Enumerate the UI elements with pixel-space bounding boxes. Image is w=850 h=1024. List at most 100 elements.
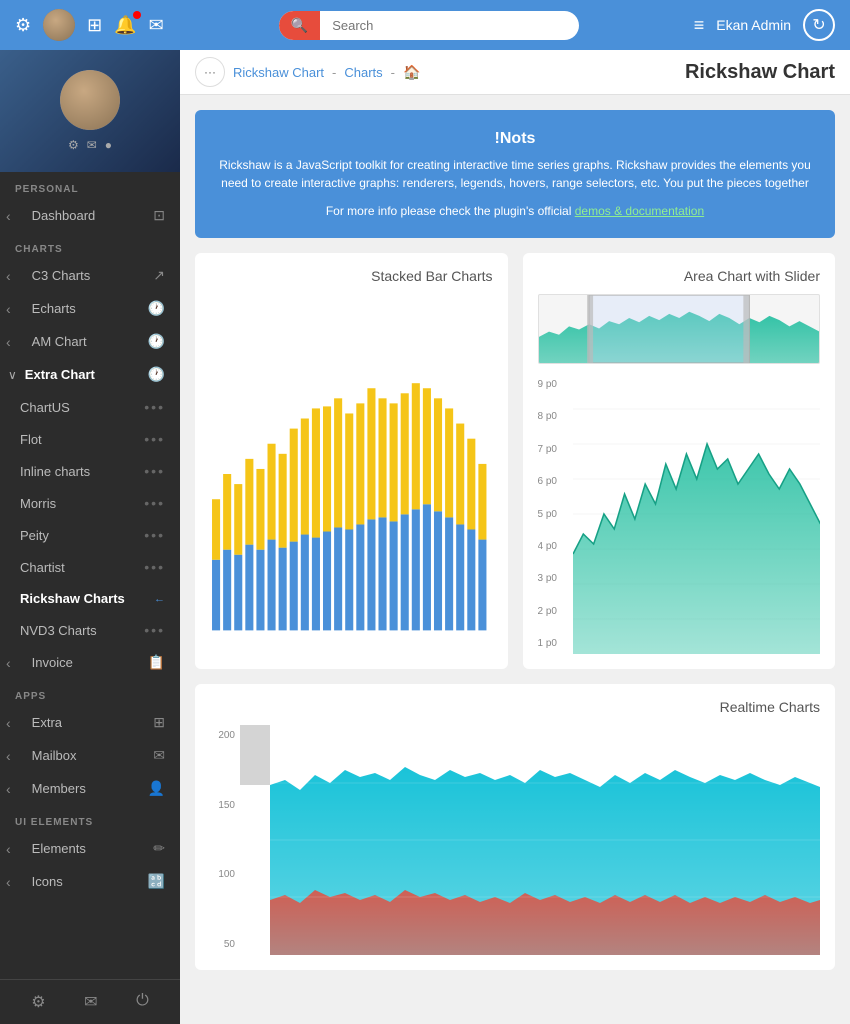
profile-icon-1[interactable]: ⚙ <box>68 138 79 152</box>
echarts-icon: 🕐 <box>148 300 165 317</box>
stacked-bar-chart-card: Stacked Bar Charts <box>195 253 508 669</box>
search-input[interactable] <box>320 12 560 39</box>
dashboard-collapse[interactable]: ‹ <box>0 200 17 232</box>
icons-collapse[interactable]: ‹ <box>0 866 17 898</box>
sidebar-item-label: Elements <box>32 841 86 856</box>
amchart-collapse[interactable]: ‹ <box>0 326 17 358</box>
chartus-dots: ••• <box>144 399 165 415</box>
inlinecharts-dots: ••• <box>144 463 165 479</box>
profile-icons: ⚙ ✉ ● <box>68 138 112 152</box>
sidebar-item-invoice[interactable]: Invoice 📋 <box>17 646 180 679</box>
stacked-bar-svg <box>210 294 493 654</box>
notification-icon[interactable]: 🔔 <box>114 15 136 36</box>
sidebar-row-invoice: ‹ Invoice 📋 <box>0 646 180 679</box>
sidebar-item-label: Members <box>32 781 86 796</box>
sidebar-item-dashboard[interactable]: Dashboard ⊡ <box>17 199 180 232</box>
top-navigation: ⚙ ⊞ 🔔 ✉ 🔍 ≡ Ekan Admin ↻ <box>0 0 850 50</box>
username-label: Ekan Admin <box>716 17 791 33</box>
info-box-docs-link[interactable]: demos & documentation <box>575 204 704 218</box>
sidebar-item-label: Icons <box>32 874 63 889</box>
icons-icon: 🔡 <box>148 873 165 890</box>
extra-collapse[interactable]: ‹ <box>0 707 17 739</box>
stacked-bar-chart-title: Stacked Bar Charts <box>210 268 493 284</box>
breadcrumb-charts[interactable]: Charts <box>344 65 382 80</box>
settings-icon[interactable]: ⚙ <box>15 15 31 36</box>
sidebar-item-echarts[interactable]: Echarts 🕐 <box>17 292 180 325</box>
sidebar-item-extra[interactable]: Extra ⊞ <box>17 706 180 739</box>
sidebar-item-label: Morris <box>20 496 56 511</box>
mailbox-icon: ✉ <box>153 747 165 764</box>
sidebar-row-members: ‹ Members 👤 <box>0 772 180 805</box>
c3-collapse[interactable]: ‹ <box>0 260 17 292</box>
grid-icon[interactable]: ⊞ <box>87 15 102 36</box>
sidebar-item-label: Extra <box>32 715 62 730</box>
breadcrumb-home-icon[interactable]: 🏠 <box>403 64 420 81</box>
realtime-chart-card: Realtime Charts 200 150 100 50 <box>195 684 835 970</box>
sidebar-item-morris[interactable]: Morris ••• <box>0 487 180 519</box>
menu-icon[interactable]: ≡ <box>694 15 705 36</box>
sidebar-row-echarts: ‹ Echarts 🕐 <box>0 292 180 325</box>
profile-icon-2[interactable]: ✉ <box>87 138 97 152</box>
breadcrumb-rickshaw[interactable]: Rickshaw Chart <box>233 65 324 80</box>
members-icon: 👤 <box>148 780 165 797</box>
info-box-link-prefix: For more info please check the plugin's … <box>326 204 572 218</box>
sidebar-item-mailbox[interactable]: Mailbox ✉ <box>17 739 180 772</box>
sidebar-item-icons[interactable]: Icons 🔡 <box>17 865 180 898</box>
breadcrumb-sep-2: - <box>391 65 395 80</box>
realtime-chart-container: 200 150 100 50 <box>210 725 820 955</box>
sidebar-item-label: Invoice <box>32 655 73 670</box>
invoice-collapse[interactable]: ‹ <box>0 647 17 679</box>
profile-icon-3[interactable]: ● <box>105 138 112 152</box>
info-box-link-text: For more info please check the plugin's … <box>215 204 815 218</box>
amchart-icon: 🕐 <box>148 333 165 350</box>
sidebar-item-chartist[interactable]: Chartist ••• <box>0 551 180 583</box>
members-collapse[interactable]: ‹ <box>0 773 17 805</box>
mailbox-collapse[interactable]: ‹ <box>0 740 17 772</box>
info-box: !Nots Rickshaw is a JavaScript toolkit f… <box>195 110 835 238</box>
sidebar-item-flot[interactable]: Flot ••• <box>0 423 180 455</box>
sidebar-item-rickshaw[interactable]: Rickshaw Charts ← <box>0 583 180 614</box>
sidebar-item-chartus[interactable]: ChartUS ••• <box>0 391 180 423</box>
page-title: Rickshaw Chart <box>685 61 835 84</box>
breadcrumb-bar: ··· Rickshaw Chart - Charts - 🏠 Rickshaw… <box>180 50 850 95</box>
sidebar-power-icon[interactable]: ⏻ <box>136 992 149 1012</box>
mail-icon[interactable]: ✉ <box>149 15 164 36</box>
sidebar-item-extrachart[interactable]: ∨ Extra Chart 🕐 <box>0 358 180 391</box>
sidebar-item-nvd3[interactable]: NVD3 Charts ••• <box>0 614 180 646</box>
sidebar-settings-icon[interactable]: ⚙ <box>31 992 45 1012</box>
sidebar-row-c3: ‹ C3 Charts ↗ <box>0 259 180 292</box>
extra-icon: ⊞ <box>153 714 165 731</box>
info-box-title: !Nots <box>215 130 815 148</box>
sidebar-row-amchart: ‹ AM Chart 🕐 <box>0 325 180 358</box>
echarts-collapse[interactable]: ‹ <box>0 293 17 325</box>
sidebar-item-label: Chartist <box>20 560 65 575</box>
sidebar-item-label: Dashboard <box>32 208 96 223</box>
sidebar-item-peity[interactable]: Peity ••• <box>0 519 180 551</box>
chart-row-1: Stacked Bar Charts <box>195 253 835 669</box>
sidebar-item-members[interactable]: Members 👤 <box>17 772 180 805</box>
sidebar-item-label: Extra Chart <box>25 367 95 382</box>
refresh-button[interactable]: ↻ <box>803 9 835 41</box>
realtime-chart-title: Realtime Charts <box>210 699 820 715</box>
realtime-svg-wrapper <box>240 725 820 955</box>
area-chart-canvas: 9 p0 8 p0 7 p0 6 p0 5 p0 4 p0 3 p0 2 p0 … <box>538 294 821 654</box>
user-avatar[interactable] <box>43 9 75 41</box>
area-chart-mini[interactable] <box>538 294 821 364</box>
sidebar-item-c3charts[interactable]: C3 Charts ↗ <box>17 259 180 292</box>
sidebar-item-inlinecharts[interactable]: Inline charts ••• <box>0 455 180 487</box>
sidebar-item-label: NVD3 Charts <box>20 623 97 638</box>
breadcrumb-toggle[interactable]: ··· <box>195 57 225 87</box>
sidebar-bottom: ⚙ ✉ ⏻ <box>0 979 180 1024</box>
sidebar-row-icons: ‹ Icons 🔡 <box>0 865 180 898</box>
sidebar-item-elements[interactable]: Elements ✏ <box>17 832 180 865</box>
info-box-description: Rickshaw is a JavaScript toolkit for cre… <box>215 156 815 192</box>
sidebar-item-amchart[interactable]: AM Chart 🕐 <box>17 325 180 358</box>
sidebar-item-label: Rickshaw Charts <box>20 591 125 606</box>
main-content: !Nots Rickshaw is a JavaScript toolkit f… <box>180 95 850 1024</box>
c3-icon: ↗ <box>153 267 165 284</box>
sidebar-mail-icon[interactable]: ✉ <box>84 992 97 1012</box>
search-button[interactable]: 🔍 <box>279 11 320 40</box>
elements-collapse[interactable]: ‹ <box>0 833 17 865</box>
topnav-right-section: ≡ Ekan Admin ↻ <box>694 9 835 41</box>
realtime-svg <box>240 725 820 955</box>
